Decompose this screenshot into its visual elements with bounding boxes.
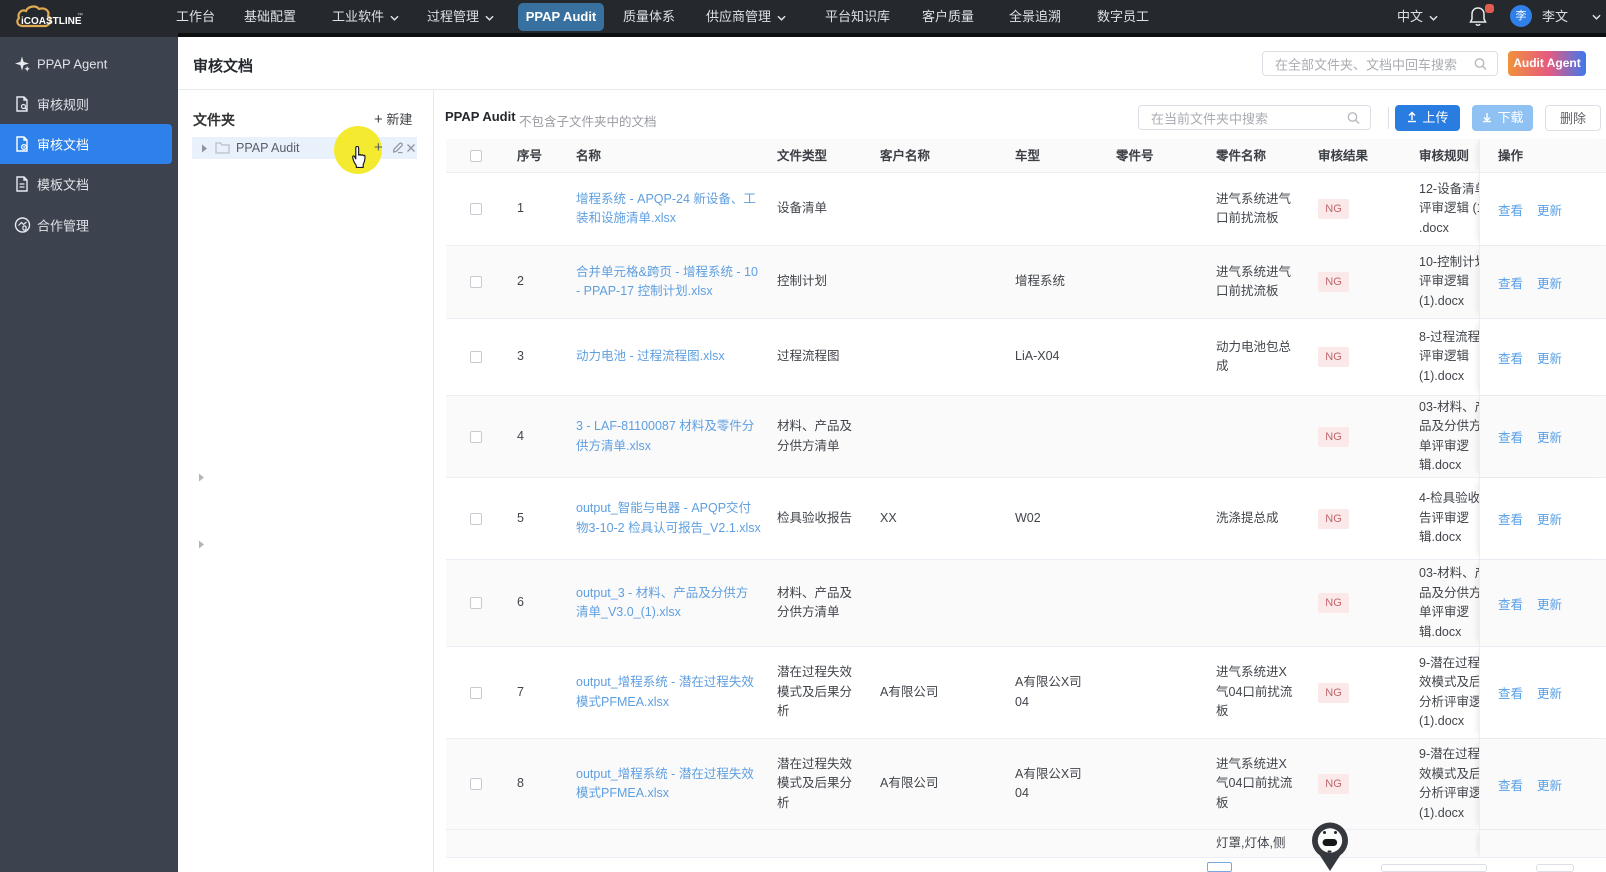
svg-text:™: ™ (77, 12, 83, 19)
svg-text:iCOASTLINE: iCOASTLINE (21, 16, 82, 27)
